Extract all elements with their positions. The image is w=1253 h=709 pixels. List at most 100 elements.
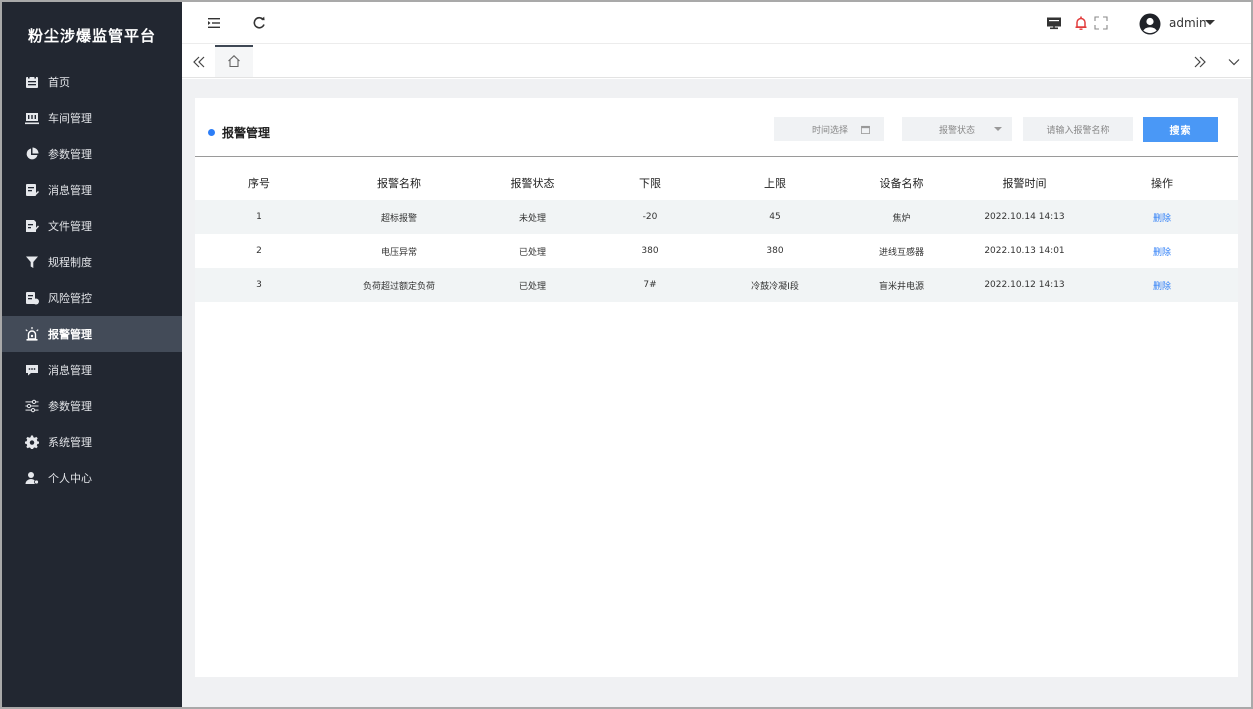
cell-action: 删除 [1086,234,1238,268]
sliders-icon [25,399,39,413]
chevron-down-icon[interactable] [1227,54,1241,68]
time-picker[interactable]: 时间选择 [774,117,884,141]
col-status: 报警状态 [510,176,555,190]
sidebar-item-messages-2[interactable]: 消息管理 [2,352,182,388]
sidebar-item-label: 消息管理 [48,184,92,197]
fullscreen-icon[interactable] [1093,15,1109,31]
page-title: 报警管理 [208,124,270,141]
cell-action: 删除 [1086,200,1238,234]
sidebar-item-params[interactable]: 参数管理 [2,136,182,172]
sidebar-item-label: 参数管理 [48,148,92,161]
sidebar-item-profile[interactable]: 个人中心 [2,460,182,496]
app-title: 粉尘涉爆监管平台 [27,27,156,45]
table-row: 2 电压异常 已处理 380 380 进线互感器 2022.10.13 14:0… [195,234,1238,268]
refresh-icon[interactable] [251,15,267,31]
sidebar-item-label: 规程制度 [48,256,92,269]
cell-time: 2022.10.14 14:13 [963,200,1086,234]
calendar-icon [861,125,870,134]
cell-time: 2022.10.12 14:13 [963,268,1086,302]
alarm-name-input[interactable]: 请输入报警名称 [1023,117,1133,141]
sidebar-item-label: 参数管理 [48,400,92,413]
sidebar-item-label: 首页 [48,76,70,89]
user-icon [25,471,39,485]
sidebar-item-system[interactable]: 系统管理 [2,424,182,460]
cell-upper: 45 [710,200,840,234]
calendar-icon [25,75,39,89]
avatar-icon[interactable] [1139,13,1161,35]
sidebar: 粉尘涉爆监管平台 首页 车间管理 参数管理 消息管理 文件管理 规程制度 风险管… [2,2,182,707]
cell-lower: 7# [590,268,710,302]
caret-down-icon [994,127,1003,131]
col-upper: 上限 [764,176,786,190]
username[interactable]: admin [1169,16,1207,30]
tabs-bar [182,45,1251,78]
cell-time: 2022.10.13 14:01 [963,234,1086,268]
sidebar-item-messages[interactable]: 消息管理 [2,172,182,208]
col-action: 操作 [1151,176,1173,190]
cell-index: 3 [195,268,323,302]
alarm-table: 序号 报警名称 报警状态 下限 上限 设备名称 报警时间 操作 1 超标报警 未… [195,165,1238,302]
col-time: 报警时间 [1002,176,1047,190]
bell-icon[interactable] [1073,15,1089,31]
cell-name: 超标报警 [323,200,475,234]
cell-lower: -20 [590,200,710,234]
cell-device: 焦炉 [840,200,963,234]
gear-icon [25,435,39,449]
cell-status: 已处理 [475,268,590,302]
delete-link[interactable]: 删除 [1153,282,1171,292]
table-header-row: 序号 报警名称 报警状态 下限 上限 设备名称 报警时间 操作 [195,165,1238,200]
sidebar-item-label: 车间管理 [48,112,92,125]
cell-upper: 冷鼓冷凝I段 [710,268,840,302]
title-dot [208,129,215,136]
screen-icon[interactable] [1046,15,1062,31]
cell-action: 删除 [1086,268,1238,302]
sidebar-item-label: 消息管理 [48,364,92,377]
cell-upper: 380 [710,234,840,268]
message-edit-icon [25,183,39,197]
cell-index: 2 [195,234,323,268]
alarm-panel: 报警管理 时间选择 报警状态 请输入报警名称 搜索 序号 报警名称 报警状态 下… [195,98,1238,677]
cell-index: 1 [195,200,323,234]
divider [195,156,1238,157]
double-left-icon[interactable] [192,54,206,68]
sidebar-item-risk[interactable]: 风险管控 [2,280,182,316]
chevron-down-icon[interactable] [1205,20,1215,25]
col-lower: 下限 [639,176,661,190]
col-index: 序号 [248,176,270,190]
sidebar-item-label: 报警管理 [48,328,92,341]
delete-link[interactable]: 删除 [1153,248,1171,258]
sidebar-item-alarms[interactable]: 报警管理 [2,316,182,352]
home-icon [227,53,241,72]
sidebar-menu: 首页 车间管理 参数管理 消息管理 文件管理 规程制度 风险管控 报警管理 消息… [2,64,182,496]
sidebar-item-workshop[interactable]: 车间管理 [2,100,182,136]
sidebar-item-label: 风险管控 [48,292,92,305]
menu-fold-icon[interactable] [206,15,222,31]
sidebar-item-files[interactable]: 文件管理 [2,208,182,244]
status-select[interactable]: 报警状态 [902,117,1012,141]
sidebar-item-regulations[interactable]: 规程制度 [2,244,182,280]
cell-name: 电压异常 [323,234,475,268]
sidebar-item-label: 系统管理 [48,436,92,449]
filter-icon [25,255,39,269]
risk-doc-icon [25,291,39,305]
workshop-icon [25,111,39,125]
sidebar-item-home[interactable]: 首页 [2,64,182,100]
cell-status: 未处理 [475,200,590,234]
time-picker-placeholder: 时间选择 [812,125,849,136]
col-name: 报警名称 [377,176,421,190]
alarm-icon [25,327,39,341]
delete-link[interactable]: 删除 [1153,214,1171,224]
cell-device: 进线互感器 [840,234,963,268]
sidebar-item-label: 个人中心 [48,472,92,485]
app-frame: 粉尘涉爆监管平台 首页 车间管理 参数管理 消息管理 文件管理 规程制度 风险管… [0,0,1253,709]
search-button[interactable]: 搜索 [1143,117,1218,142]
file-edit-icon [25,219,39,233]
status-select-placeholder: 报警状态 [939,125,976,136]
sidebar-item-params-2[interactable]: 参数管理 [2,388,182,424]
chat-icon [25,363,39,377]
tab-home[interactable] [215,45,253,77]
cell-status: 已处理 [475,234,590,268]
col-device: 设备名称 [879,176,924,190]
double-right-icon[interactable] [1193,54,1207,68]
top-header: admin [182,2,1251,44]
